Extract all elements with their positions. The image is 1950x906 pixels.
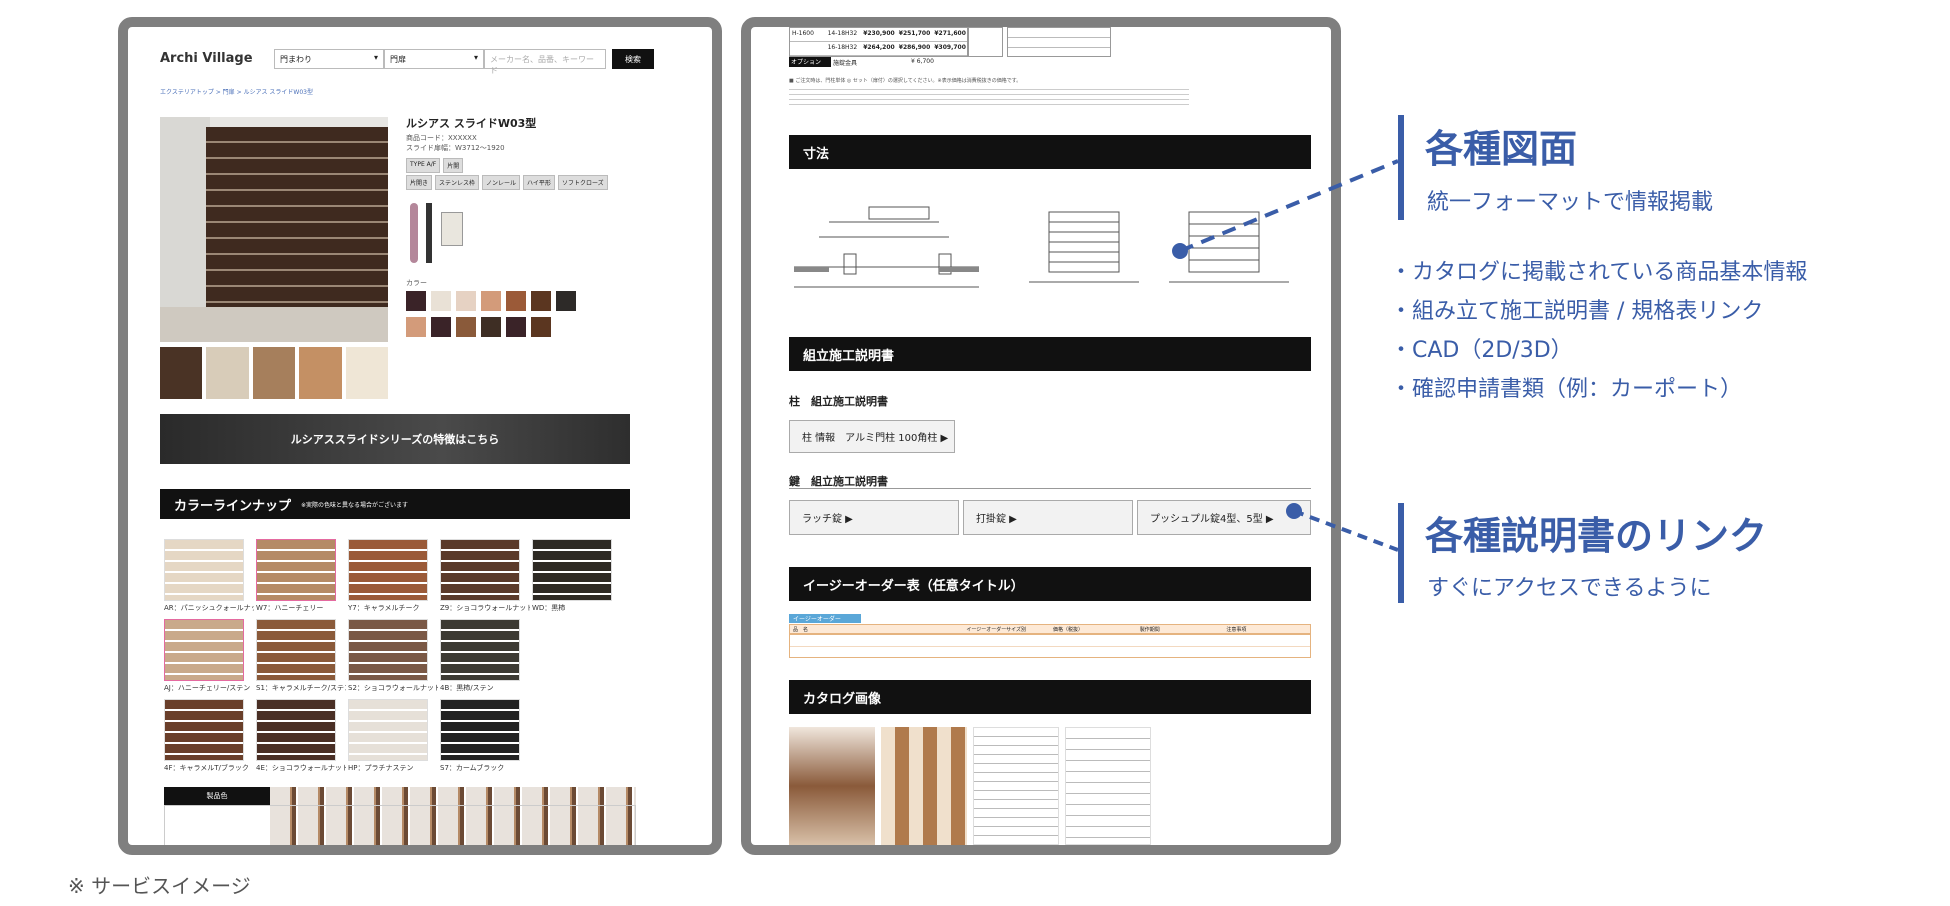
callout-drawings-heading: 各種図面	[1425, 127, 1578, 171]
feature-bullet: ・確認申請書類（例：カーポート）	[1390, 377, 1743, 402]
callout-connectors	[1172, 159, 1399, 552]
callout-drawings-sub: 統一フォーマットで情報掲載	[1427, 190, 1714, 215]
callout-manuals-heading: 各種説明書のリンク	[1425, 514, 1768, 558]
callout-manuals-sub: すぐにアクセスできるように	[1427, 576, 1712, 601]
footnote: ※ サービスイメージ	[68, 874, 251, 898]
feature-bullet: ・CAD（2D/3D）	[1390, 338, 1573, 363]
feature-bullet-list: ・カタログに掲載されている商品基本情報 ・組み立て施工説明書 / 規格表リンク ・C…	[1390, 253, 1807, 409]
feature-bullet: ・組み立て施工説明書 / 規格表リンク	[1390, 299, 1764, 324]
feature-bullet: ・カタログに掲載されている商品基本情報	[1390, 260, 1808, 285]
